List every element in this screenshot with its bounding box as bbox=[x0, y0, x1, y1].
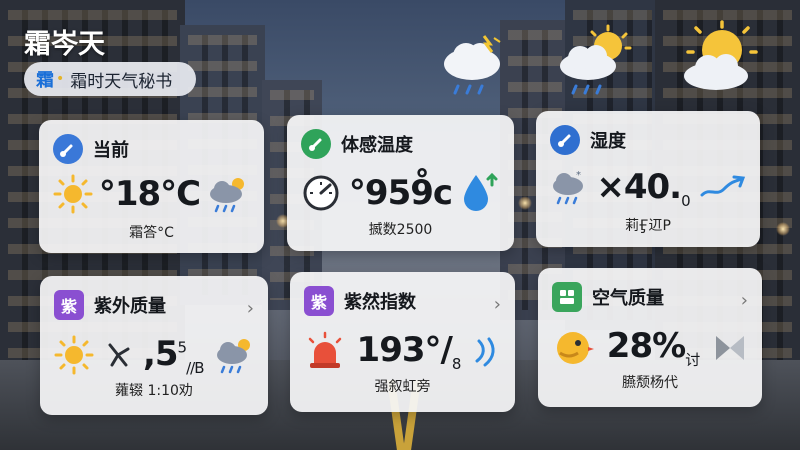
sun-cloud-rain-icon bbox=[560, 24, 632, 95]
card-title: 当前 bbox=[93, 140, 129, 161]
humidity-value: ×40.0 bbox=[596, 167, 690, 210]
card-title: 体感温度 bbox=[341, 135, 413, 156]
humidity-icon bbox=[550, 125, 580, 155]
cloud-rain-lightning-icon bbox=[444, 35, 501, 95]
current-detail: 霜答°C bbox=[129, 225, 174, 241]
uv-badge-icon: 紫 bbox=[54, 290, 84, 320]
card-title: 空气质量 bbox=[592, 288, 664, 309]
butterfly-icon bbox=[716, 335, 744, 360]
index-badge-icon: 紫 bbox=[304, 286, 334, 316]
index-detail: 强叙虹旁 bbox=[374, 379, 431, 395]
brand-dot: • bbox=[56, 71, 65, 87]
card-humidity[interactable]: 湿度 * ×40.0 莉Ӻ䢋P bbox=[536, 111, 760, 247]
svg-text:*: * bbox=[576, 170, 581, 181]
brand-pill[interactable]: 霜 • 霜时天气秘书 bbox=[24, 62, 196, 96]
card-title: 紫外质量 bbox=[94, 296, 166, 317]
card-title: 紫然指数 bbox=[344, 292, 416, 313]
feels-like-detail: 揻数2500 bbox=[368, 222, 433, 238]
water-drop-icon bbox=[463, 172, 498, 211]
cloud-snow-icon: * bbox=[553, 170, 583, 205]
sun-icon bbox=[54, 335, 94, 375]
chevron-right-icon[interactable]: › bbox=[247, 298, 254, 319]
fan-icon bbox=[108, 343, 130, 367]
speedometer-icon bbox=[303, 175, 339, 211]
sun-cloud-icon bbox=[684, 20, 758, 90]
cloud-rain-icon bbox=[210, 178, 244, 213]
uv-value: ,55//B bbox=[142, 334, 205, 377]
bird-icon bbox=[557, 331, 594, 364]
air-quality-detail: 臙颓杨代 bbox=[622, 375, 678, 391]
app-title: 霜岑天 bbox=[24, 29, 105, 60]
thermometer-icon bbox=[53, 134, 83, 164]
air-quality-icon bbox=[552, 282, 582, 312]
gauge-icon bbox=[301, 129, 331, 159]
trend-arrow-icon bbox=[700, 175, 746, 197]
uv-detail: 蕹辍 1:10劝 bbox=[115, 383, 193, 399]
chevron-right-icon[interactable]: › bbox=[741, 290, 748, 311]
card-air-quality[interactable]: 空气质量 › 28%讨 臙颓杨代 bbox=[538, 268, 762, 407]
card-uv[interactable]: 紫 紫外质量 › ,55//B 蕹辍 1:10劝 bbox=[40, 276, 268, 415]
sun-icon bbox=[53, 174, 93, 214]
chevron-right-icon[interactable]: › bbox=[494, 294, 501, 315]
card-index[interactable]: 紫 紫然指数 › 193°/8 强叙虹旁 bbox=[290, 272, 515, 412]
street-light bbox=[776, 222, 790, 236]
current-temp-value: °18°C bbox=[98, 174, 201, 214]
humidity-detail: 莉Ӻ䢋P bbox=[625, 218, 671, 234]
card-current[interactable]: 当前 °18°C 霜答°C bbox=[39, 120, 264, 253]
street-light bbox=[518, 196, 532, 210]
card-feels-like[interactable]: 体感温度 °959̊c 揻数2500 bbox=[287, 115, 514, 251]
brand-name: 霜时天气秘书 bbox=[70, 71, 173, 92]
wind-icon bbox=[475, 337, 495, 367]
index-value: 193°/8 bbox=[356, 330, 462, 373]
brand-logo: 霜 bbox=[36, 70, 54, 91]
cloud-rain-icon bbox=[216, 339, 250, 374]
feels-like-value: °959̊c bbox=[348, 173, 453, 213]
card-title: 湿度 bbox=[590, 131, 626, 152]
air-quality-value: 28%讨 bbox=[606, 326, 700, 369]
alarm-light-icon bbox=[308, 332, 342, 369]
